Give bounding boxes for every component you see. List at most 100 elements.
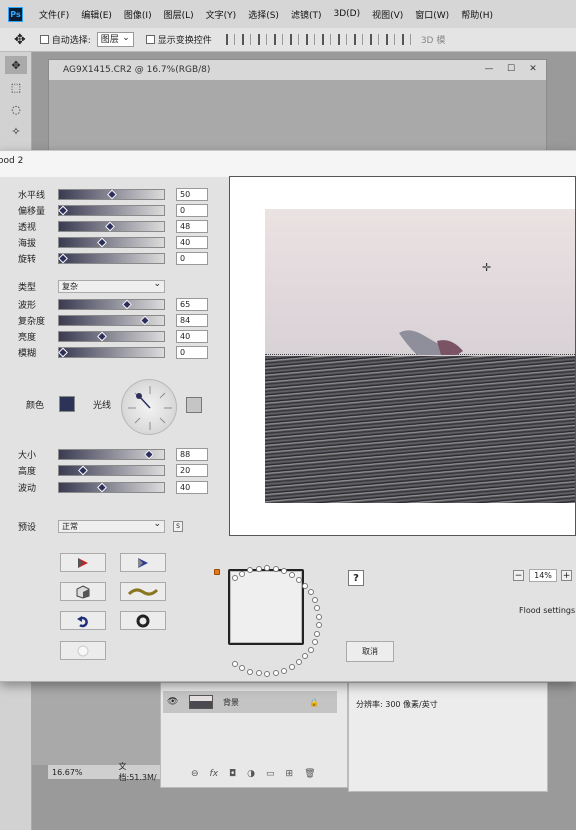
param-value[interactable]: 50 [176, 188, 208, 201]
param-slider[interactable] [58, 253, 165, 264]
reflection-ring[interactable] [206, 561, 326, 681]
type-dropdown[interactable]: 复杂 [58, 279, 165, 293]
ring-dot[interactable] [272, 670, 279, 677]
ring-dot[interactable] [281, 667, 288, 674]
menu-image[interactable]: 图像(I) [118, 8, 158, 21]
distribute-bottom-icon[interactable] [353, 34, 363, 45]
link-icon[interactable]: ⊖ [191, 769, 199, 779]
slider-thumb[interactable] [105, 221, 115, 232]
param-slider[interactable] [58, 237, 165, 248]
param-slider[interactable] [58, 347, 165, 358]
move-tool-icon[interactable]: ✥ [14, 32, 26, 48]
save-preset-button[interactable]: S [173, 521, 183, 532]
ring-dot[interactable] [231, 660, 238, 667]
zoom-value[interactable]: 14% [529, 569, 557, 582]
preset-dropdown[interactable]: 正常 [58, 519, 165, 533]
cancel-button[interactable]: 取消 [346, 641, 394, 662]
distribute-left-icon[interactable] [369, 34, 379, 45]
play-forward-button[interactable] [60, 553, 106, 572]
ring-dot[interactable] [307, 646, 314, 653]
magic-wand-tool-icon[interactable]: ✧ [5, 122, 27, 140]
distribute-middle-icon[interactable] [337, 34, 347, 45]
auto-select-dropdown[interactable]: 图层 [96, 31, 134, 47]
param-slider[interactable] [58, 315, 165, 326]
ring-dot[interactable] [311, 638, 318, 645]
ring-dot[interactable] [239, 665, 246, 672]
fx-icon[interactable]: fx [210, 769, 219, 779]
align-top-icon[interactable] [225, 34, 235, 45]
zoom-in-button[interactable]: + [561, 570, 572, 581]
param-value[interactable]: 40 [176, 481, 208, 494]
align-bottom-icon[interactable] [257, 34, 267, 45]
ring-dot[interactable] [315, 613, 322, 620]
new-layer-icon[interactable]: ⊞ [286, 769, 294, 779]
menu-file[interactable]: 文件(F) [33, 8, 75, 21]
slider-thumb[interactable] [58, 347, 68, 358]
zoom-out-button[interactable]: − [513, 570, 524, 581]
slider-thumb[interactable] [97, 482, 108, 493]
ring-dot[interactable] [315, 622, 322, 629]
param-value[interactable]: 65 [176, 298, 208, 311]
param-slider[interactable] [58, 449, 165, 460]
cube-button[interactable] [60, 582, 106, 601]
param-value[interactable]: 0 [176, 252, 208, 265]
menu-select[interactable]: 选择(S) [242, 8, 285, 21]
ring-dot[interactable] [288, 664, 295, 671]
slider-thumb[interactable] [97, 331, 108, 342]
marquee-tool-icon[interactable]: ⬚ [5, 78, 27, 96]
minimize-icon[interactable]: — [480, 63, 498, 75]
light-direction-dial[interactable] [121, 379, 177, 435]
param-value[interactable]: 20 [176, 464, 208, 477]
ring-dot[interactable] [255, 565, 262, 572]
slider-thumb[interactable] [140, 315, 151, 326]
light-color-swatch[interactable] [186, 397, 202, 413]
distribute-center-icon[interactable] [385, 34, 395, 45]
param-value[interactable]: 40 [176, 330, 208, 343]
param-value[interactable]: 0 [176, 204, 208, 217]
param-value[interactable]: 88 [176, 448, 208, 461]
param-value[interactable]: 48 [176, 220, 208, 233]
ring-dot[interactable] [288, 571, 295, 578]
show-transform-checkbox[interactable] [145, 35, 155, 44]
slider-thumb[interactable] [58, 205, 68, 216]
document-tab[interactable]: AG9X1415.CR2 @ 16.7%(RGB/8) — ☐ ✕ [49, 60, 546, 80]
eye-icon[interactable]: 👁 [167, 697, 181, 707]
menu-view[interactable]: 视图(V) [366, 8, 409, 21]
slider-thumb[interactable] [58, 253, 68, 264]
adjustment-icon[interactable]: ◑ [247, 769, 255, 779]
param-slider[interactable] [58, 482, 165, 493]
preview-pane[interactable]: ✛ [229, 176, 576, 536]
undo-button[interactable] [60, 611, 106, 630]
align-middle-icon[interactable] [241, 34, 251, 45]
ring-dot[interactable] [247, 668, 254, 675]
ring-dot[interactable] [264, 565, 271, 571]
play-blue-button[interactable] [120, 553, 166, 572]
ring-dot[interactable] [281, 568, 288, 575]
menu-type[interactable]: 文字(Y) [200, 8, 243, 21]
ring-dot[interactable] [314, 605, 321, 612]
param-slider[interactable] [58, 299, 165, 310]
distribute-right-icon[interactable] [401, 34, 411, 45]
move-tool-icon[interactable]: ✥ [5, 56, 27, 74]
folder-icon[interactable]: ▭ [266, 769, 275, 779]
wave-button[interactable] [120, 582, 166, 601]
param-value[interactable]: 40 [176, 236, 208, 249]
slider-thumb[interactable] [121, 299, 132, 310]
lasso-tool-icon[interactable]: ◌ [5, 100, 27, 118]
param-slider[interactable] [58, 221, 165, 232]
ring-marker[interactable] [214, 569, 220, 575]
slider-thumb[interactable] [107, 189, 117, 200]
status-zoom[interactable]: 16.67% [52, 768, 83, 777]
menu-help[interactable]: 帮助(H) [455, 8, 499, 21]
menu-layer[interactable]: 图层(L) [158, 8, 200, 21]
distribute-top-icon[interactable] [321, 34, 331, 45]
slider-thumb[interactable] [97, 237, 108, 248]
slider-thumb[interactable] [144, 449, 155, 460]
ring-dot[interactable] [307, 589, 314, 596]
ring-dot[interactable] [296, 659, 303, 666]
ring-dot[interactable] [302, 653, 309, 660]
ring-dot[interactable] [231, 575, 238, 582]
align-center-icon[interactable] [289, 34, 299, 45]
param-slider[interactable] [58, 189, 165, 200]
param-slider[interactable] [58, 465, 165, 476]
